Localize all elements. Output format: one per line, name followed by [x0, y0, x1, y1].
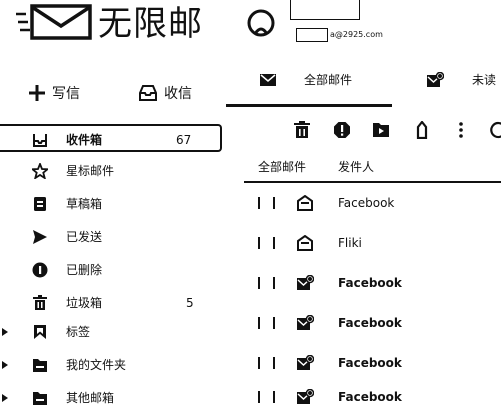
table-row[interactable]: Facebook	[244, 303, 501, 343]
tab-unread[interactable]: 未读	[426, 71, 496, 88]
star-icon	[32, 163, 48, 179]
move-to-folder-icon[interactable]	[372, 121, 390, 139]
sender-name: Facebook	[338, 316, 402, 330]
column-all-mail[interactable]: 全部邮件	[258, 159, 306, 175]
sidebar-item-label: 其他邮箱	[66, 391, 115, 405]
sidebar-item-label: 标签	[66, 325, 91, 339]
tag-icon[interactable]	[413, 121, 431, 139]
table-row[interactable]: Fliki	[244, 223, 501, 263]
row-checkbox[interactable]	[258, 197, 280, 209]
sidebar-item-inbox[interactable]: 收件箱 67	[0, 124, 222, 152]
sidebar-item-label: 已发送	[66, 230, 103, 244]
inbox-icon	[33, 134, 47, 147]
folder-icon	[33, 359, 47, 372]
tab-all-mail[interactable]: 全部邮件	[260, 71, 352, 88]
opened-mail-icon	[297, 235, 313, 251]
inbox-tray-icon	[139, 85, 157, 101]
row-checkbox[interactable]	[258, 317, 280, 329]
account-email: a@2925.com	[330, 30, 383, 39]
more-icon[interactable]	[452, 121, 470, 139]
receive-button[interactable]: 收信	[138, 83, 192, 103]
unread-mail-icon	[297, 389, 314, 404]
receive-label: 收信	[164, 86, 192, 102]
sidebar-item-label: 收件箱	[66, 133, 103, 147]
sidebar-item-label: 垃圾箱	[66, 296, 103, 310]
sender-name: Facebook	[338, 276, 402, 290]
compose-button[interactable]: 写信	[28, 83, 80, 103]
sidebar-item-other-mailboxes[interactable]: 其他邮箱	[0, 384, 222, 412]
sidebar-item-label: 我的文件夹	[66, 358, 127, 372]
app-title: 无限邮	[98, 4, 203, 44]
sidebar-item-tags[interactable]: 标签	[0, 318, 222, 346]
sidebar-item-my-folders[interactable]: 我的文件夹	[0, 351, 222, 379]
envelope-icon	[260, 73, 276, 86]
delete-icon[interactable]	[293, 121, 311, 139]
sidebar-item-drafts[interactable]: 草稿箱	[0, 190, 222, 218]
compose-label: 写信	[52, 86, 80, 102]
bookmark-icon	[34, 325, 46, 339]
plus-icon	[29, 85, 45, 101]
row-checkbox[interactable]	[258, 277, 280, 289]
row-checkbox[interactable]	[258, 237, 280, 249]
sidebar-item-trash[interactable]: 垃圾箱 5	[0, 289, 222, 317]
spam-icon[interactable]	[333, 121, 351, 139]
tab-unread-label: 未读	[472, 73, 497, 87]
account-mask	[296, 28, 328, 42]
column-sender[interactable]: 发件人	[338, 159, 374, 175]
sender-name: Facebook	[338, 390, 402, 404]
sidebar-item-deleted[interactable]: 已删除	[0, 256, 222, 284]
unread-mail-icon	[427, 71, 444, 87]
sender-name: Facebook	[338, 196, 395, 210]
sidebar-item-sent[interactable]: 已发送	[0, 223, 222, 251]
send-icon	[33, 230, 47, 244]
sidebar-item-label: 草稿箱	[66, 197, 103, 211]
opened-mail-icon	[297, 195, 313, 211]
mail-logo-icon	[16, 4, 92, 40]
unread-mail-icon	[297, 315, 314, 330]
row-checkbox[interactable]	[258, 357, 280, 369]
trash-icon	[33, 295, 47, 310]
active-tab-indicator	[226, 104, 392, 107]
unread-mail-icon	[297, 355, 314, 370]
table-row[interactable]: Facebook	[244, 263, 501, 303]
expand-arrow-icon[interactable]	[2, 394, 8, 402]
table-row[interactable]: Facebook	[244, 183, 501, 223]
expand-arrow-icon[interactable]	[2, 361, 8, 369]
unread-count: 67	[176, 133, 192, 147]
refresh-icon[interactable]	[490, 121, 501, 139]
trash-count: 5	[186, 296, 194, 310]
other-mailbox-icon	[33, 392, 47, 405]
unread-mail-icon	[297, 275, 314, 290]
sidebar-item-label: 已删除	[66, 263, 103, 277]
table-row[interactable]: Facebook	[244, 377, 501, 417]
sender-name: Facebook	[338, 356, 402, 370]
account-name-box[interactable]	[290, 0, 360, 20]
sidebar-item-label: 星标邮件	[66, 164, 115, 178]
sidebar-item-starred[interactable]: 星标邮件	[0, 157, 222, 185]
tab-all-label: 全部邮件	[304, 73, 353, 87]
expand-arrow-icon[interactable]	[2, 328, 8, 336]
sender-name: Fliki	[338, 236, 362, 250]
avatar-icon[interactable]	[246, 8, 276, 38]
deleted-icon	[32, 262, 48, 278]
draft-icon	[34, 197, 46, 211]
row-checkbox[interactable]	[258, 391, 280, 403]
